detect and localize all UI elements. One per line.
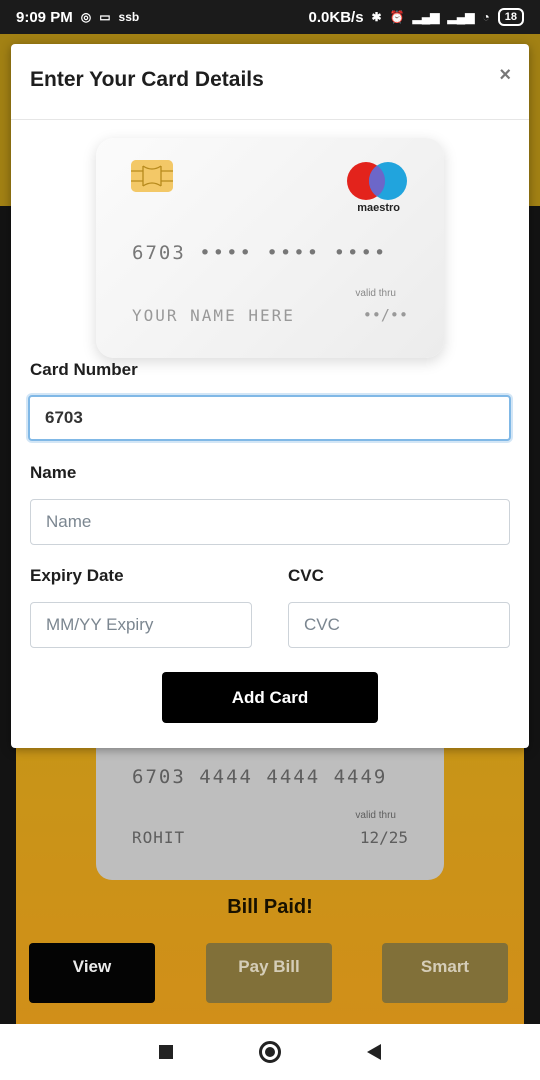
status-bar: 9:09 PM ◎ ▭ ssb 0.0KB/s ✱ ⏰ ▂▄▆ ▂▄▆ ◔ 18 <box>0 0 540 34</box>
card-number-label: Card Number <box>30 360 138 379</box>
expiry-date-label: Expiry Date <box>30 566 124 585</box>
modal-title: Enter Your Card Details <box>30 68 264 91</box>
ssb-icon: ssb <box>118 10 140 24</box>
alarm-icon: ⏰ <box>389 10 405 24</box>
add-card-button[interactable]: Add Card <box>162 672 378 723</box>
card-preview: maestro 6703 •••• •••• •••• valid thru Y… <box>96 138 444 358</box>
chip-icon <box>131 160 173 192</box>
laptop-icon: ▭ <box>99 10 111 24</box>
signal-icon: ▂▄▆ <box>412 10 440 24</box>
home-icon[interactable] <box>259 1041 281 1063</box>
recents-icon[interactable] <box>159 1045 173 1059</box>
network-speed: 0.0KB/s <box>308 8 364 26</box>
name-label: Name <box>30 463 77 482</box>
cvc-label: CVC <box>288 566 324 585</box>
card-number-preview: 6703 •••• •••• •••• <box>132 242 388 264</box>
whatsapp-icon: ◎ <box>80 10 92 24</box>
cvc-input[interactable] <box>288 602 510 648</box>
close-button[interactable]: × <box>499 64 511 87</box>
card-brand: maestro <box>357 202 400 214</box>
name-input[interactable] <box>30 499 510 545</box>
card-number-input[interactable] <box>28 395 511 441</box>
card-details-modal: Enter Your Card Details × maestro 6703 •… <box>11 44 529 748</box>
card-holder-preview: YOUR NAME HERE <box>132 306 295 325</box>
back-icon[interactable] <box>367 1044 381 1060</box>
status-time: 9:09 PM <box>16 8 73 26</box>
status-right: 0.0KB/s ✱ ⏰ ▂▄▆ ▂▄▆ ◔ 18 <box>309 8 524 26</box>
modal-header: Enter Your Card Details × <box>11 44 529 120</box>
valid-thru-label: valid thru <box>355 288 396 299</box>
maestro-logo-icon <box>347 162 407 200</box>
wifi-icon: ◔ <box>482 10 490 24</box>
battery-icon: 18 <box>497 8 524 26</box>
card-expiry-preview: ••/•• <box>362 306 408 324</box>
signal-icon: ▂▄▆ <box>447 10 475 24</box>
navigation-bar <box>0 1024 540 1080</box>
bluetooth-icon: ✱ <box>371 10 382 24</box>
expiry-date-input[interactable] <box>30 602 252 648</box>
status-left: 9:09 PM ◎ ▭ ssb <box>16 9 139 26</box>
